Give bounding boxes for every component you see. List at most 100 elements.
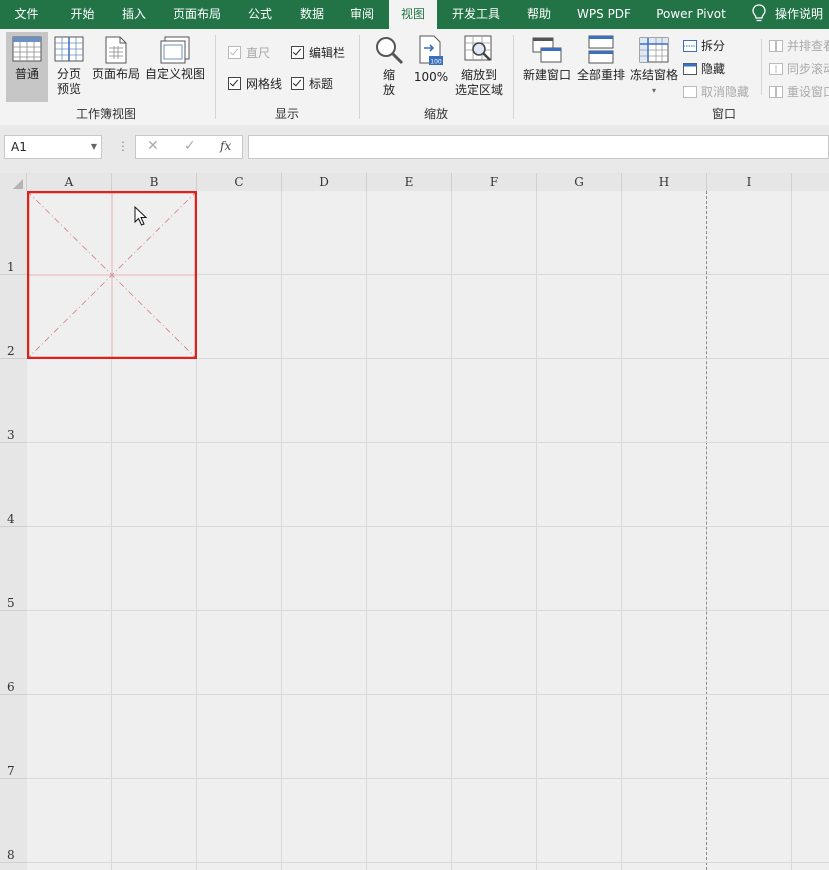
- split-icon: [683, 39, 697, 52]
- tab-formulas[interactable]: 公式: [236, 0, 284, 29]
- tab-developer[interactable]: 开发工具: [441, 0, 511, 29]
- zoom-button[interactable]: 缩 放: [370, 32, 408, 102]
- sync-scroll-icon: [769, 62, 783, 75]
- unhide-window-button[interactable]: 取消隐藏: [683, 83, 749, 100]
- tab-data[interactable]: 数据: [288, 0, 336, 29]
- normal-view-button[interactable]: 普通: [6, 32, 48, 102]
- row-header-4[interactable]: 4: [0, 443, 27, 527]
- hide-window-icon: [683, 62, 697, 75]
- reset-window-position-button[interactable]: 重设窗口位置: [769, 83, 829, 100]
- zoom-label-2: 放: [382, 83, 395, 97]
- tab-wps-pdf[interactable]: WPS PDF: [567, 0, 641, 29]
- formula-bar: A1 ▼ ⋮ ✕ ✓ fx: [0, 125, 829, 173]
- custom-views-button[interactable]: 自定义视图: [144, 32, 206, 102]
- column-header-g[interactable]: G: [537, 173, 622, 191]
- merged-cell-a1-b2[interactable]: [27, 191, 197, 359]
- arrange-all-label: 全部重排: [576, 68, 625, 82]
- formula-bar-checkbox[interactable]: 编辑栏: [291, 44, 345, 61]
- more-options-icon[interactable]: ⋮: [117, 139, 129, 153]
- custom-views-icon: [160, 36, 190, 64]
- arrange-all-button[interactable]: 全部重排: [574, 32, 628, 102]
- new-window-button[interactable]: 新建窗口: [520, 32, 574, 102]
- zoom-100-label: 100%: [413, 70, 449, 84]
- zoom-to-selection-button[interactable]: 缩放到 选定区域: [452, 32, 506, 102]
- formula-bar-label: 编辑栏: [309, 46, 346, 60]
- view-side-by-side-button[interactable]: 并排查看: [769, 37, 829, 54]
- cancel-icon[interactable]: ✕: [147, 138, 159, 154]
- sync-scroll-label: 同步滚动: [787, 62, 829, 76]
- ribbon-tab-bar: 文件 开始 插入 页面布局 公式 数据 审阅 视图 开发工具 帮助 WPS PD…: [0, 0, 829, 29]
- tab-review[interactable]: 审阅: [338, 0, 386, 29]
- chevron-down-icon: ▾: [651, 86, 656, 95]
- select-all-corner[interactable]: [0, 173, 27, 191]
- page-layout-view-button[interactable]: 页面布局: [91, 32, 141, 102]
- page-layout-icon: [105, 36, 127, 64]
- row-header-8[interactable]: 8: [0, 779, 27, 863]
- page-break-preview-button[interactable]: 分页 预览: [50, 32, 88, 102]
- headings-label: 标题: [309, 77, 334, 91]
- cell-grid[interactable]: [27, 191, 829, 870]
- synchronous-scrolling-button[interactable]: 同步滚动: [769, 60, 829, 77]
- normal-view-icon: [12, 36, 42, 62]
- tab-insert[interactable]: 插入: [110, 0, 158, 29]
- formula-input[interactable]: [248, 135, 829, 159]
- headings-checkbox[interactable]: 标题: [291, 75, 333, 92]
- zoom-100-button[interactable]: 100 100%: [412, 32, 450, 102]
- column-header-h[interactable]: H: [622, 173, 707, 191]
- reset-position-icon: [769, 85, 783, 98]
- arrange-all-icon: [588, 35, 614, 64]
- chevron-down-icon[interactable]: ▼: [91, 136, 97, 158]
- ruler-checkbox[interactable]: 直尺: [228, 44, 270, 61]
- gridlines-checkbox[interactable]: 网格线: [228, 75, 282, 92]
- tab-view[interactable]: 视图: [389, 0, 437, 29]
- page-break-label-2: 预览: [56, 82, 81, 96]
- zoom-100-icon: 100: [419, 35, 443, 66]
- split-button[interactable]: 拆分: [683, 37, 725, 54]
- tab-power-pivot[interactable]: Power Pivot: [648, 0, 734, 29]
- formula-buttons: ✕ ✓ fx: [135, 135, 243, 159]
- column-header-c[interactable]: C: [197, 173, 282, 191]
- group-separator: [761, 39, 762, 95]
- new-window-icon: [532, 37, 562, 63]
- group-label-zoom: 缩放: [423, 107, 448, 121]
- column-header-d[interactable]: D: [282, 173, 367, 191]
- column-header-j[interactable]: [792, 173, 829, 191]
- zoom-selection-label-1: 缩放到: [460, 68, 497, 82]
- column-header-b[interactable]: B: [112, 173, 197, 191]
- group-separator: [513, 35, 514, 119]
- column-header-f[interactable]: F: [452, 173, 537, 191]
- freeze-panes-button[interactable]: 冻结窗格 ▾: [628, 32, 680, 102]
- unhide-label: 取消隐藏: [701, 85, 750, 99]
- row-headers: 1 2 3 4 5 6 7 8: [0, 191, 28, 870]
- column-headers: A B C D E F G H I: [0, 173, 829, 192]
- row-header-2[interactable]: 2: [0, 275, 27, 359]
- insert-function-icon[interactable]: fx: [220, 139, 231, 153]
- page-break-line: [706, 191, 708, 870]
- enter-icon[interactable]: ✓: [184, 138, 196, 154]
- select-all-triangle-icon: [13, 179, 23, 189]
- svg-text:100: 100: [430, 59, 442, 66]
- column-header-i[interactable]: I: [707, 173, 792, 191]
- freeze-panes-label: 冻结窗格: [629, 68, 678, 82]
- tab-page-layout[interactable]: 页面布局: [162, 0, 232, 29]
- group-label-workbook-views: 工作簿视图: [75, 107, 136, 121]
- row-header-5[interactable]: 5: [0, 527, 27, 611]
- tab-home[interactable]: 开始: [55, 0, 110, 29]
- unhide-window-icon: [683, 85, 697, 98]
- name-box[interactable]: A1 ▼: [4, 135, 102, 159]
- row-header-6[interactable]: 6: [0, 611, 27, 695]
- row-header-1[interactable]: 1: [0, 191, 27, 275]
- hide-window-button[interactable]: 隐藏: [683, 60, 725, 77]
- name-box-value: A1: [11, 140, 27, 154]
- tab-help[interactable]: 帮助: [515, 0, 563, 29]
- column-header-a[interactable]: A: [27, 173, 112, 191]
- lightbulb-icon: [752, 4, 766, 22]
- tab-file[interactable]: 文件: [0, 0, 53, 29]
- mouse-pointer-icon: [134, 206, 148, 226]
- zoom-selection-label-2: 选定区域: [454, 83, 503, 97]
- side-by-side-icon: [769, 39, 783, 52]
- row-header-3[interactable]: 3: [0, 359, 27, 443]
- column-header-e[interactable]: E: [367, 173, 452, 191]
- tell-me-search[interactable]: 操作说明: [775, 0, 829, 29]
- row-header-7[interactable]: 7: [0, 695, 27, 779]
